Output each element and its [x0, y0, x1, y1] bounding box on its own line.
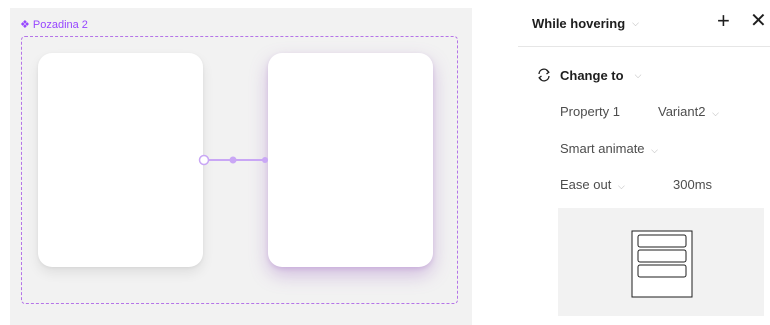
property-name: Property 1: [560, 104, 620, 119]
interaction-panel: While hovering ⌵ + ✕ Change to ⌵ Propert…: [518, 0, 770, 325]
plus-icon[interactable]: +: [717, 10, 730, 32]
trigger-label: While hovering: [532, 16, 626, 31]
property-value: Variant2: [658, 104, 706, 119]
animation-dropdown[interactable]: Smart animate ⌵: [560, 141, 658, 156]
divider: [518, 46, 770, 47]
frame-label[interactable]: ❖ Pozadina 2: [20, 19, 88, 31]
component-icon: ❖: [20, 18, 30, 31]
easing-dropdown[interactable]: Ease out ⌵: [560, 177, 625, 192]
trigger-dropdown[interactable]: While hovering ⌵: [532, 16, 639, 31]
variant-card-default[interactable]: [38, 53, 203, 267]
chevron-down-icon: ⌵: [712, 108, 719, 118]
property-value-dropdown[interactable]: Variant2 ⌵: [658, 104, 719, 119]
close-icon[interactable]: ✕: [750, 10, 767, 32]
animation-preview: [558, 208, 764, 316]
action-label: Change to: [560, 67, 624, 83]
chevron-down-icon: ⌵: [632, 18, 639, 28]
chevron-down-icon: ⌵: [617, 181, 625, 191]
easing-label: Ease out: [560, 177, 612, 192]
duration-input[interactable]: 300ms: [673, 177, 712, 192]
preview-bar: [637, 249, 687, 263]
frame-name: Pozadina 2: [32, 19, 88, 31]
action-dropdown[interactable]: Change to ⌵: [536, 67, 641, 83]
preview-bar: [637, 234, 687, 248]
animation-label: Smart animate: [560, 141, 645, 156]
variant-card-hover[interactable]: [268, 53, 433, 267]
chevron-down-icon: ⌵: [634, 69, 642, 80]
preview-bar: [637, 264, 687, 278]
swap-icon: [538, 68, 550, 82]
preview-graphic: [631, 230, 693, 298]
chevron-down-icon: ⌵: [651, 145, 658, 155]
